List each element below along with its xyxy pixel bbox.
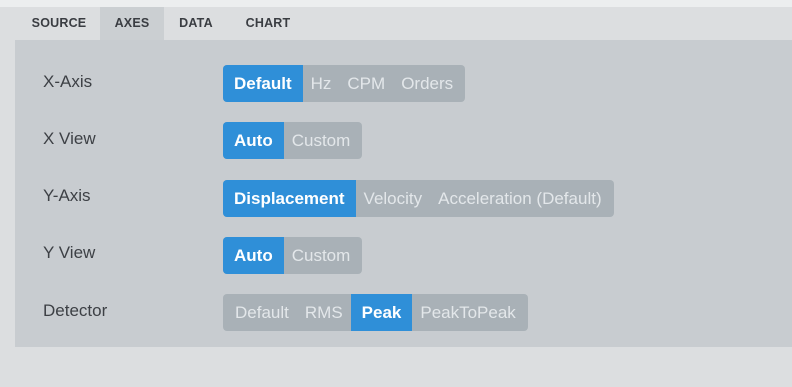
y-view-option-auto[interactable]: Auto [223, 237, 284, 274]
tab-source[interactable]: SOURCE [18, 7, 100, 40]
tab-data[interactable]: DATA [164, 7, 228, 40]
x-axis-label: X-Axis [43, 72, 93, 91]
detector-option-rms[interactable]: RMS [297, 294, 351, 331]
y-axis-option-velocity[interactable]: Velocity [356, 180, 431, 217]
x-view-label: X View [43, 129, 96, 148]
y-view-segmented-control: Auto Custom [223, 237, 363, 274]
x-axis-option-orders[interactable]: Orders [393, 65, 465, 102]
y-axis-label: Y-Axis [43, 186, 91, 205]
y-axis-option-acceleration-default[interactable]: Acceleration (Default) [430, 180, 613, 217]
axes-settings-panel: X-Axis Default Hz CPM Orders X View Auto… [15, 40, 792, 347]
x-axis-segmented-control: Default Hz CPM Orders [223, 65, 466, 102]
detector-option-peaktopeak[interactable]: PeakToPeak [412, 294, 527, 331]
x-axis-option-hz[interactable]: Hz [303, 65, 340, 102]
x-view-segmented-control: Auto Custom [223, 122, 363, 159]
x-view-option-auto[interactable]: Auto [223, 122, 284, 159]
y-view-option-custom[interactable]: Custom [284, 237, 363, 274]
detector-label: Detector [43, 301, 108, 320]
detector-segmented-control: Default RMS Peak PeakToPeak [223, 294, 528, 331]
x-axis-option-default[interactable]: Default [223, 65, 303, 102]
tab-chart[interactable]: CHART [228, 7, 308, 40]
y-axis-segmented-control: Displacement Velocity Acceleration (Defa… [223, 180, 614, 217]
tab-axes[interactable]: AXES [100, 7, 164, 40]
tab-bar: SOURCE AXES DATA CHART [0, 0, 792, 40]
y-view-label: Y View [43, 243, 96, 262]
detector-option-peak[interactable]: Peak [350, 294, 413, 331]
detector-option-default[interactable]: Default [223, 294, 297, 331]
y-axis-option-displacement[interactable]: Displacement [223, 180, 356, 217]
x-view-option-custom[interactable]: Custom [284, 122, 363, 159]
x-axis-option-cpm[interactable]: CPM [339, 65, 393, 102]
